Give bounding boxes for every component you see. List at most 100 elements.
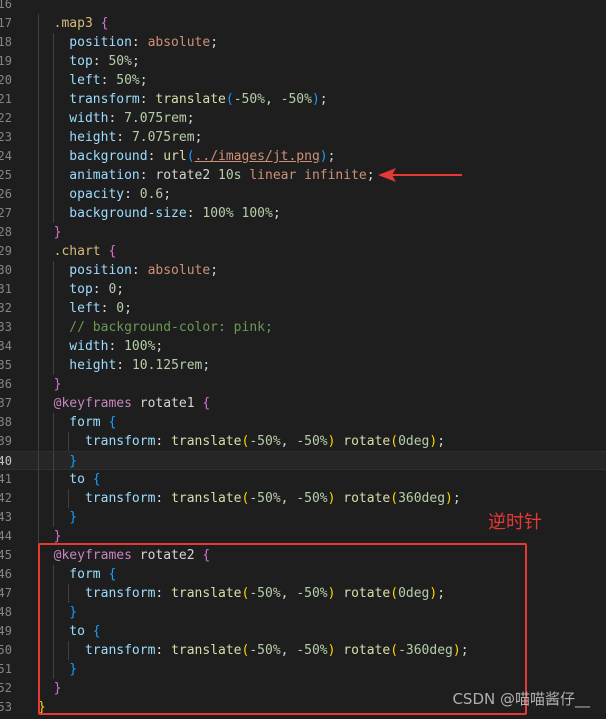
code-line[interactable]: 18 position: absolute; [0,33,606,52]
code-token: { [108,244,117,259]
code-text: background-size: 100% 100%; [38,204,280,223]
line-number: 53 [0,700,12,714]
code-token: : [155,434,172,449]
code-text: } [38,452,77,471]
code-token: height [38,358,117,373]
code-line[interactable]: 22 width: 7.075rem; [0,109,606,128]
code-token: -50% [296,434,328,449]
code-line[interactable]: 23 height: 7.075rem; [0,128,606,147]
code-line[interactable]: 28 } [0,223,606,242]
code-line[interactable]: 41 to { [0,470,606,489]
line-number: 48 [0,605,12,619]
line-number: 28 [0,225,12,239]
code-token: : [147,149,164,164]
code-text: to { [38,470,101,489]
code-text: left: 0; [38,299,132,318]
code-text: height: 10.125rem; [38,356,210,375]
code-token: .map3 [38,16,101,31]
line-number: 51 [0,662,12,676]
code-token: rotate [335,434,391,449]
code-text: top: 0; [38,280,124,299]
code-token: left [38,73,101,88]
code-token: 100% [124,339,156,354]
code-line[interactable]: 25 animation: rotate2 10s linear infinit… [0,166,606,185]
code-token: 10.125rem [131,358,203,373]
code-token: -50% [249,491,281,506]
code-line[interactable]: 33 // background-color: pink; [0,318,606,337]
code-token: : [116,130,132,145]
code-token: ; [131,54,140,69]
code-token: width [38,111,109,126]
code-token: } [38,529,62,544]
code-line[interactable]: 19 top: 50%; [0,52,606,71]
code-token: ) [445,491,453,506]
code-text: form { [38,413,116,432]
code-line[interactable]: 42 transform: translate (-50%, -50%) rota… [0,489,606,508]
code-token: , [265,92,281,107]
code-token: : [100,73,117,88]
code-token: } [38,377,62,392]
code-token: : [139,168,156,183]
code-text: position: absolute; [38,33,218,52]
code-line[interactable]: 31 top: 0; [0,280,606,299]
line-number: 32 [0,301,12,315]
code-token: : [131,263,148,278]
code-text: top: 50%; [38,52,140,71]
code-line[interactable]: 39 transform: translate(-50%, -50%) rota… [0,432,606,451]
code-token: : [92,282,109,297]
code-token: ; [210,35,219,50]
code-line[interactable]: 17 .map3 { [0,14,606,33]
code-token: : [131,35,148,50]
code-token: 0.6 [139,187,164,202]
code-token: : [155,491,172,506]
code-token: ( [225,92,234,107]
line-number: 45 [0,548,12,562]
line-number: 46 [0,567,12,581]
code-token: rotate1 [131,396,203,411]
code-token: translate [171,434,242,449]
code-line[interactable]: 38 form { [0,413,606,432]
line-number: 20 [0,73,12,87]
code-line[interactable]: 34 width: 100%; [0,337,606,356]
code-line[interactable]: 20 left: 50%; [0,71,606,90]
code-token: ; [155,339,164,354]
code-line[interactable]: 27 background-size: 100% 100%; [0,204,606,223]
code-token: { [100,16,109,31]
code-line[interactable]: 29 .chart { [0,242,606,261]
code-line[interactable]: 40 } [0,451,606,471]
line-number: 24 [0,149,12,163]
code-token: , [280,434,297,449]
code-line[interactable]: 30 position: absolute; [0,261,606,280]
code-token: ../images/jt.png [194,149,320,164]
code-token: ( [390,491,399,506]
code-line[interactable]: 37 @keyframes rotate1 { [0,394,606,413]
code-token: -50% [233,92,265,107]
code-line[interactable]: 35 height: 10.125rem; [0,356,606,375]
arrow-annotation [378,168,462,182]
code-token: : [100,301,117,316]
code-token: ( [186,149,195,164]
code-token: animation [38,168,140,183]
code-line[interactable]: 16 [0,0,606,14]
code-token: -50% [296,491,328,506]
code-token: { [92,472,101,487]
code-token: background [38,149,148,164]
line-number: 16 [0,0,12,11]
code-line[interactable]: 21 transform: translate(-50%, -50%); [0,90,606,109]
code-token: form [38,415,109,430]
code-line[interactable]: 24 background: url(../images/jt.png); [0,147,606,166]
code-token: width [38,339,109,354]
code-text: transform: translate(-50%, -50%) rotate(… [38,432,445,451]
line-number: 21 [0,92,12,106]
code-token: } [38,454,78,469]
line-number: 47 [0,586,12,600]
code-line[interactable]: 32 left: 0; [0,299,606,318]
code-token: position [38,35,132,50]
line-number: 52 [0,681,12,695]
code-line[interactable]: 26 opacity: 0.6; [0,185,606,204]
code-line[interactable]: 36 } [0,375,606,394]
code-text: position: absolute; [38,261,218,280]
code-token: background-size [38,206,187,221]
code-token: -50% [280,92,312,107]
code-token: transform [38,491,156,506]
